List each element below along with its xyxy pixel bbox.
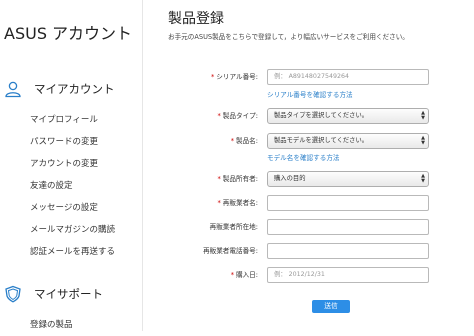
product-type-value: 製品タイプを選択してください。	[274, 112, 369, 119]
reseller-row: * 再販業者名:	[142, 195, 474, 211]
product-type-label: * 製品タイプ:	[218, 108, 259, 124]
owner-label-text: 製品所有者:	[222, 175, 258, 183]
owner-label: * 製品所有者:	[218, 171, 259, 187]
serial-input[interactable]: 例： A89148027549264	[267, 69, 429, 85]
serial-label: * シリアル番号:	[211, 69, 258, 85]
sidebar: ASUS アカウント マイアカウント マイプロフィール パスワードの変更 アカウ…	[0, 0, 143, 331]
page-subtitle: お手元のASUS製品をこちらで登録して，より幅広いサービスをご利用ください。	[168, 33, 409, 41]
select-arrows-icon: ▲ ▼	[421, 110, 425, 121]
product-name-label-text: 製品名:	[235, 137, 258, 145]
purchase-date-row: * 購入日: 例： 2012/12/31	[142, 267, 474, 283]
required-mark: *	[217, 199, 221, 207]
product-type-select[interactable]: 製品タイプを選択してください。 ▲ ▼	[267, 108, 429, 124]
product-name-label: * 製品名:	[231, 133, 258, 149]
product-type-row: * 製品タイプ: 製品タイプを選択してください。 ▲ ▼	[142, 108, 474, 124]
required-mark: *	[210, 73, 215, 81]
user-icon	[4, 80, 22, 98]
sidebar-item-password[interactable]: パスワードの変更	[30, 131, 115, 153]
shield-icon	[4, 285, 22, 303]
required-mark: *	[217, 112, 221, 120]
serial-label-text: シリアル番号:	[216, 73, 258, 81]
sidebar-item-messages[interactable]: メッセージの設定	[30, 197, 115, 219]
brand-title: ASUS アカウント	[4, 24, 133, 43]
main-content: 製品登録 お手元のASUS製品をこちらで登録して，より幅広いサービスをご利用くだ…	[142, 0, 474, 331]
account-menu: マイプロフィール パスワードの変更 アカウントの変更 友達の設定 メッセージの設…	[30, 109, 115, 263]
support-section-label: マイサポート	[34, 287, 103, 301]
sidebar-item-account[interactable]: アカウントの変更	[30, 153, 115, 175]
reseller-phone-input[interactable]	[267, 243, 429, 259]
account-section-label: マイアカウント	[34, 82, 115, 96]
sidebar-item-registered-products[interactable]: 登録の製品	[30, 314, 73, 336]
support-menu: 登録の製品	[30, 314, 73, 336]
purchase-date-label: * 購入日:	[231, 267, 258, 283]
reseller-address-row: 再販業者所在地:	[142, 219, 474, 235]
product-name-value: 製品モデルを選択してください。	[274, 137, 369, 144]
product-type-label-text: 製品タイプ:	[222, 112, 258, 120]
reseller-address-input[interactable]	[267, 219, 429, 235]
reseller-address-label: 再販業者所在地:	[209, 223, 258, 231]
sidebar-item-friends[interactable]: 友達の設定	[30, 175, 115, 197]
reseller-label: * 再販業者名:	[218, 195, 259, 211]
product-name-select[interactable]: 製品モデルを選択してください。 ▲ ▼	[267, 133, 429, 149]
owner-row: * 製品所有者: 購入の目的 ▲ ▼	[142, 171, 474, 187]
reseller-phone-row: 再販業者電話番号:	[142, 243, 474, 259]
sidebar-item-resend-email[interactable]: 認証メールを再送する	[30, 241, 115, 263]
required-mark: *	[217, 175, 221, 183]
serial-row: * シリアル番号: 例： A89148027549264	[142, 69, 474, 85]
product-name-row: * 製品名: 製品モデルを選択してください。 ▲ ▼	[142, 133, 474, 149]
required-mark: *	[230, 137, 234, 145]
sidebar-item-profile[interactable]: マイプロフィール	[30, 109, 115, 131]
model-help-link[interactable]: モデル名を確認する方法	[267, 152, 340, 162]
page-title: 製品登録	[168, 11, 224, 27]
select-arrows-icon: ▲ ▼	[421, 173, 425, 184]
owner-value: 購入の目的	[274, 175, 306, 182]
purchase-date-input[interactable]: 例： 2012/12/31	[267, 267, 429, 283]
submit-button[interactable]: 送信	[312, 300, 350, 313]
reseller-input[interactable]	[267, 195, 429, 211]
required-mark: *	[230, 271, 234, 279]
serial-help-link[interactable]: シリアル番号を確認する方法	[267, 89, 353, 99]
reseller-label-text: 再販業者名:	[222, 199, 258, 207]
purchase-date-label-text: 購入日:	[235, 271, 258, 279]
select-arrows-icon: ▲ ▼	[421, 135, 425, 146]
reseller-phone-label: 再販業者電話番号:	[203, 247, 258, 255]
owner-select[interactable]: 購入の目的 ▲ ▼	[267, 171, 429, 187]
sidebar-item-newsletter[interactable]: メールマガジンの購読	[30, 219, 115, 241]
account-section-header[interactable]: マイアカウント	[4, 79, 115, 99]
support-section-header[interactable]: マイサポート	[4, 284, 103, 304]
